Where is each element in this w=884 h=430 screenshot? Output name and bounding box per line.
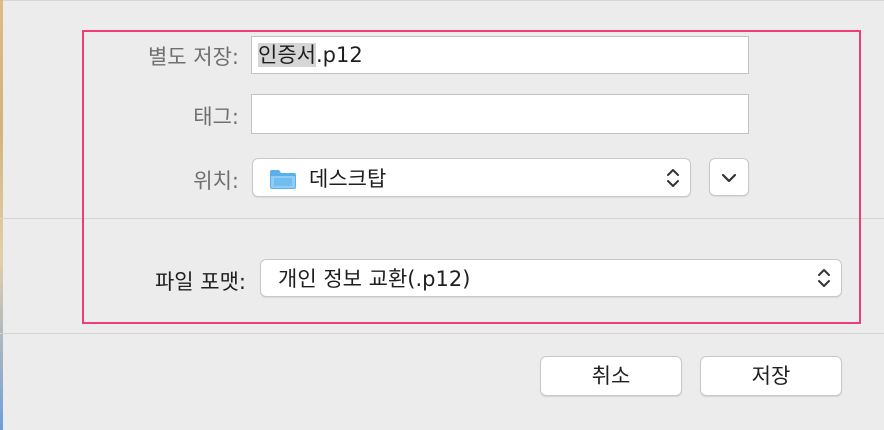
save-as-extension-text: .p12 <box>315 43 363 67</box>
file-format-popup[interactable]: 개인 정보 교환(.p12) <box>260 259 842 297</box>
save-as-label: 별도 저장: <box>147 45 239 69</box>
save-as-field[interactable]: 인증서.p12 <box>251 36 749 74</box>
save-as-selected-text: 인증서 <box>258 43 316 67</box>
location-label: 위치: <box>193 169 239 193</box>
button-bar-divider <box>0 333 884 334</box>
tags-field[interactable] <box>251 94 749 134</box>
save-dialog: 별도 저장: 인증서.p12 태그: 위치: 데스크탑 파일 포맷: 개인 정보… <box>0 0 884 430</box>
updown-arrows-icon <box>818 269 830 287</box>
tags-label: 태그: <box>193 105 239 129</box>
chevron-down-icon <box>721 173 737 183</box>
expand-button[interactable] <box>709 158 749 196</box>
file-format-label: 파일 포맷: <box>154 270 246 294</box>
folder-icon <box>269 168 297 190</box>
top-divider <box>0 0 884 1</box>
save-button[interactable]: 저장 <box>700 356 842 396</box>
background-window-edge <box>0 0 3 430</box>
section-divider <box>0 218 884 219</box>
file-format-value: 개인 정보 교환(.p12) <box>278 267 471 291</box>
location-value: 데스크탑 <box>309 166 387 191</box>
cancel-button[interactable]: 취소 <box>540 356 682 396</box>
updown-arrows-icon <box>667 168 679 187</box>
location-popup[interactable]: 데스크탑 <box>252 158 691 197</box>
